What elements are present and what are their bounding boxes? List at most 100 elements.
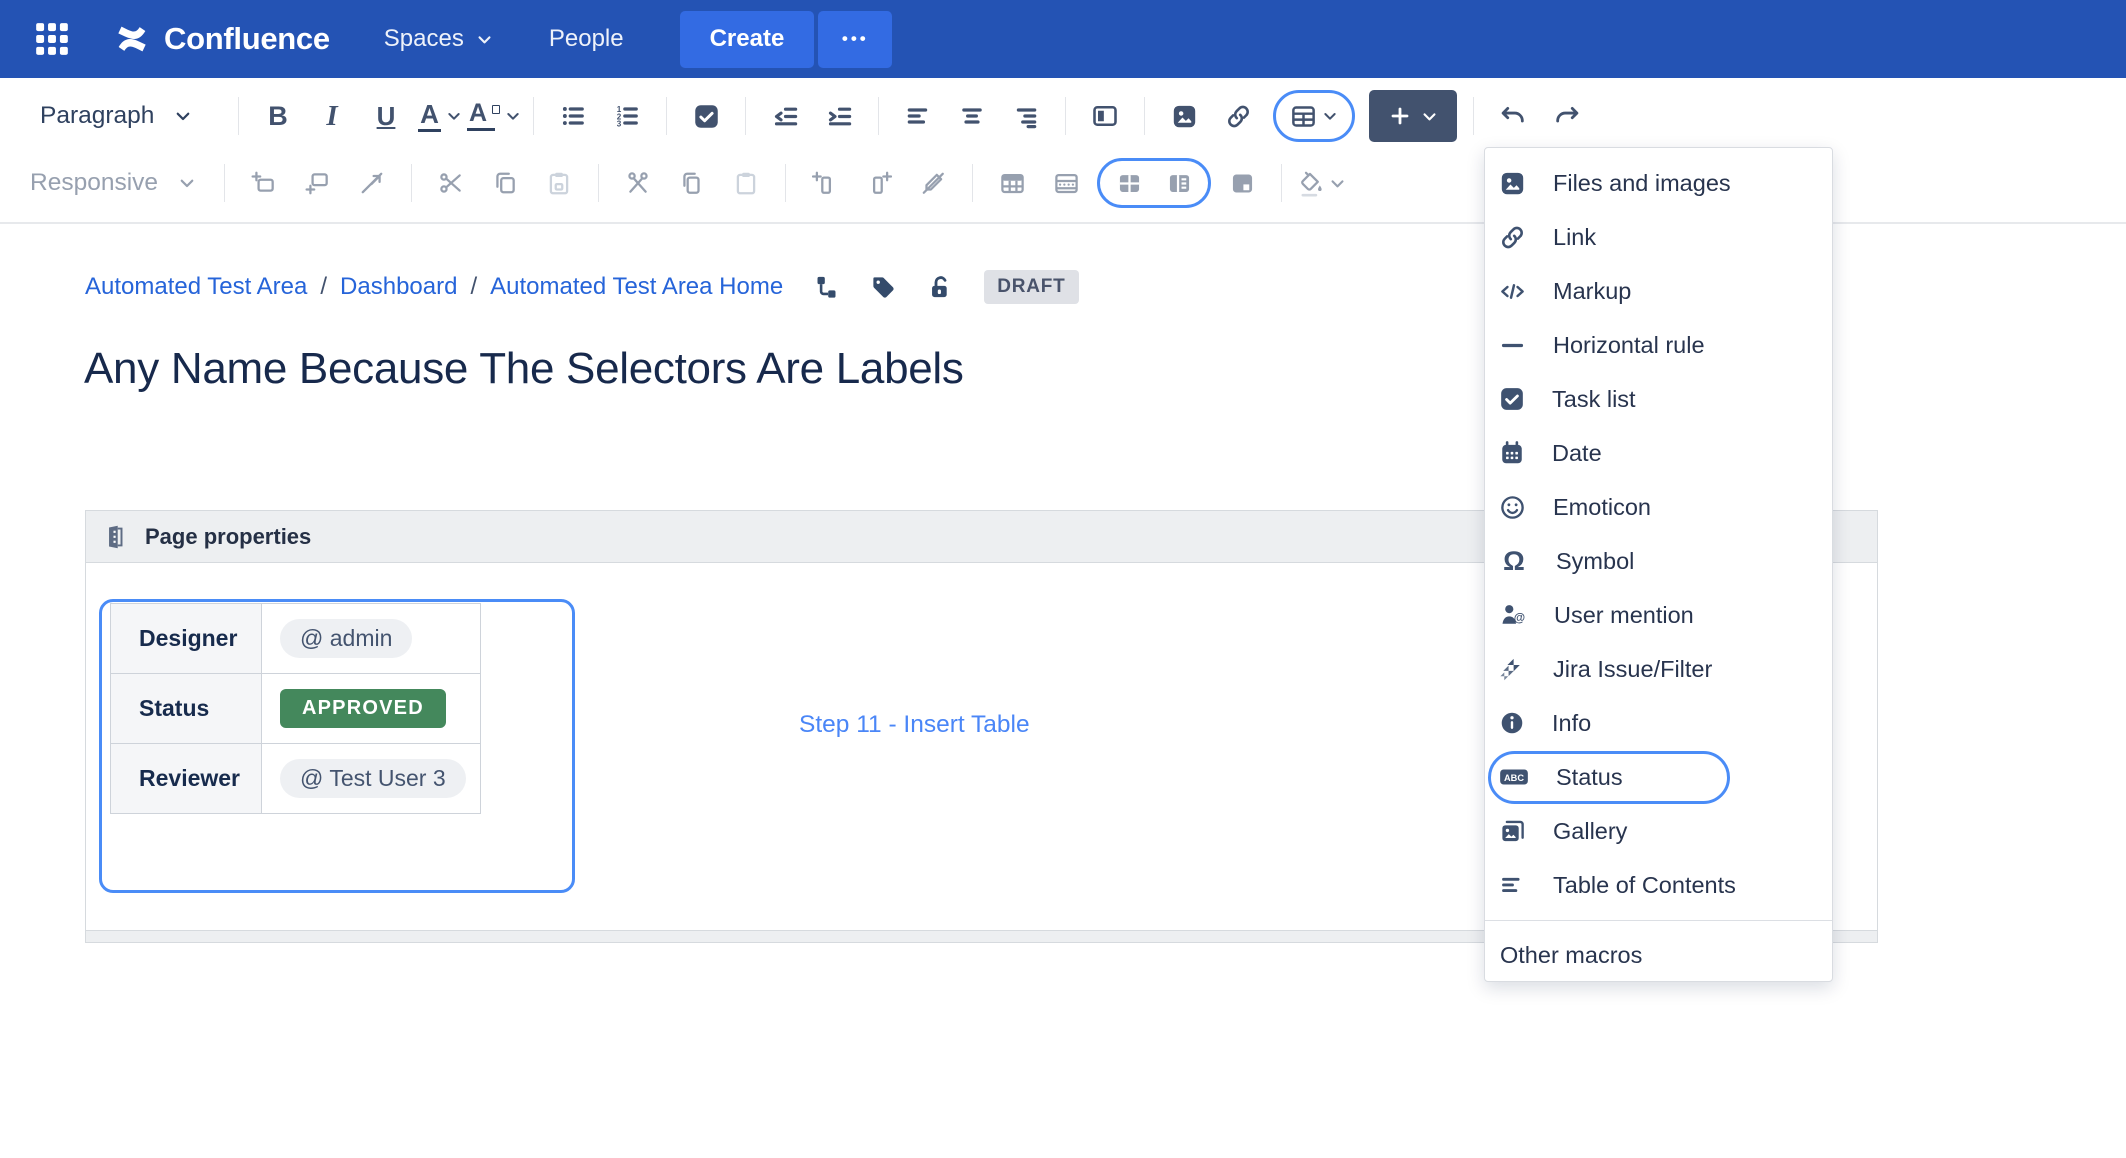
user-mention-pill[interactable]: @ admin <box>280 619 412 658</box>
menu-item-user-mention[interactable]: @ User mention <box>1485 588 1832 642</box>
toolbar-separator <box>224 164 225 202</box>
table-numbered-column-button[interactable] <box>1039 159 1093 207</box>
create-button[interactable]: Create <box>680 11 815 68</box>
toolbar-separator <box>598 164 599 202</box>
header-row-toggle-button[interactable] <box>1104 159 1154 207</box>
indent-button[interactable] <box>812 92 866 140</box>
confluence-logo[interactable]: Confluence <box>112 19 330 59</box>
scissors-icon <box>625 170 651 196</box>
toolbar-separator <box>1144 97 1145 135</box>
emoticon-icon <box>1499 494 1526 521</box>
insert-image-button[interactable] <box>1157 92 1211 140</box>
chevron-down-icon <box>174 107 192 125</box>
page-layout-button[interactable] <box>1078 92 1132 140</box>
menu-divider <box>1485 920 1832 921</box>
align-right-button[interactable] <box>999 92 1053 140</box>
jira-icon <box>1499 656 1526 683</box>
add-row-above-button[interactable] <box>237 159 291 207</box>
table-style-dropdown[interactable]: Responsive <box>30 159 212 207</box>
step-link[interactable]: Step 11 - Insert Table <box>799 711 1030 739</box>
menu-item-link[interactable]: Link <box>1485 210 1832 264</box>
paragraph-style-dropdown[interactable]: Paragraph <box>40 92 226 140</box>
numbered-list-button[interactable]: 123 <box>600 92 654 140</box>
paste-icon <box>733 170 759 196</box>
paste-row-button[interactable] <box>532 159 586 207</box>
highlight-color-button[interactable]: A <box>467 92 521 140</box>
cut-column-button[interactable] <box>611 159 665 207</box>
confluence-editor: Confluence Spaces People Create ••• Para… <box>0 0 2126 1158</box>
header-cell-toggle-button[interactable] <box>1215 159 1269 207</box>
paste-column-button[interactable] <box>719 159 773 207</box>
task-list-button[interactable] <box>679 92 733 140</box>
underline-button[interactable]: U <box>359 92 413 140</box>
user-mention-pill[interactable]: @ Test User 3 <box>280 759 466 798</box>
row-label: Status <box>111 674 262 744</box>
clear-cells-button[interactable] <box>906 159 960 207</box>
outdent-button[interactable] <box>758 92 812 140</box>
bullet-list-button[interactable] <box>546 92 600 140</box>
properties-table[interactable]: Designer @ admin Status APPROVED Reviewe… <box>110 603 481 814</box>
breadcrumb-space-link[interactable]: Automated Test Area <box>85 273 307 301</box>
page-tree-icon[interactable] <box>813 274 840 301</box>
copy-row-button[interactable] <box>478 159 532 207</box>
spaces-menu[interactable]: Spaces <box>356 0 521 78</box>
user-mention-icon: @ <box>1499 601 1527 629</box>
header-cell-icon <box>1229 170 1256 197</box>
align-center-button[interactable] <box>945 92 999 140</box>
table-header-row-icon <box>999 170 1026 197</box>
header-column-toggle-button[interactable] <box>1154 159 1204 207</box>
menu-item-date[interactable]: Date <box>1485 426 1832 480</box>
redo-button[interactable] <box>1540 92 1594 140</box>
paint-bucket-icon <box>1297 170 1324 197</box>
svg-text:3: 3 <box>617 120 622 129</box>
cut-row-button[interactable] <box>424 159 478 207</box>
app-switcher-icon[interactable] <box>26 13 78 65</box>
copy-column-button[interactable] <box>665 159 719 207</box>
menu-item-gallery[interactable]: Gallery <box>1485 804 1832 858</box>
unlock-icon[interactable] <box>927 274 954 301</box>
numbered-list-icon: 123 <box>614 103 640 129</box>
breadcrumb-parent-page-link[interactable]: Automated Test Area Home <box>490 273 783 301</box>
bullet-list-icon <box>560 103 586 129</box>
status-lozenge[interactable]: APPROVED <box>280 689 446 728</box>
insert-table-button[interactable] <box>1282 92 1346 140</box>
add-column-before-button[interactable] <box>798 159 852 207</box>
menu-item-other-macros[interactable]: Other macros <box>1485 929 1832 981</box>
menu-item-task-list[interactable]: Task list <box>1485 372 1832 426</box>
symbol-omega-icon: Ω <box>1499 548 1529 575</box>
align-left-button[interactable] <box>891 92 945 140</box>
menu-item-info[interactable]: Info <box>1485 696 1832 750</box>
indent-icon <box>826 103 853 130</box>
add-row-below-button[interactable] <box>291 159 345 207</box>
draft-badge: DRAFT <box>984 270 1078 304</box>
add-column-after-button[interactable] <box>852 159 906 207</box>
menu-item-status[interactable]: ABC Status <box>1485 750 1832 804</box>
menu-item-markup[interactable]: Markup <box>1485 264 1832 318</box>
add-column-before-icon <box>812 170 838 196</box>
table-of-contents-icon <box>1499 872 1526 899</box>
menu-item-symbol[interactable]: Ω Symbol <box>1485 534 1832 588</box>
info-icon <box>1499 710 1525 736</box>
cell-background-color-button[interactable] <box>1294 159 1348 207</box>
menu-item-files-and-images[interactable]: Files and images <box>1485 156 1832 210</box>
table-row: Status APPROVED <box>111 674 481 744</box>
merge-cells-button[interactable] <box>345 159 399 207</box>
insert-link-button[interactable] <box>1211 92 1265 140</box>
labels-tag-icon[interactable] <box>870 274 897 301</box>
create-more-button[interactable]: ••• <box>818 11 892 68</box>
undo-button[interactable] <box>1486 92 1540 140</box>
bold-button[interactable]: B <box>251 92 305 140</box>
italic-button[interactable]: I <box>305 92 359 140</box>
link-icon <box>1499 224 1526 251</box>
toolbar-separator <box>785 164 786 202</box>
table-header-row-button[interactable] <box>985 159 1039 207</box>
text-color-button[interactable]: A <box>413 92 467 140</box>
menu-item-table-of-contents[interactable]: Table of Contents <box>1485 858 1832 912</box>
people-menu[interactable]: People <box>521 0 652 78</box>
date-icon <box>1499 440 1525 466</box>
menu-item-jira[interactable]: Jira Issue/Filter <box>1485 642 1832 696</box>
menu-item-emoticon[interactable]: Emoticon <box>1485 480 1832 534</box>
insert-more-content-button[interactable] <box>1369 90 1457 142</box>
breadcrumb-dashboard-link[interactable]: Dashboard <box>340 273 457 301</box>
menu-item-horizontal-rule[interactable]: Horizontal rule <box>1485 318 1832 372</box>
